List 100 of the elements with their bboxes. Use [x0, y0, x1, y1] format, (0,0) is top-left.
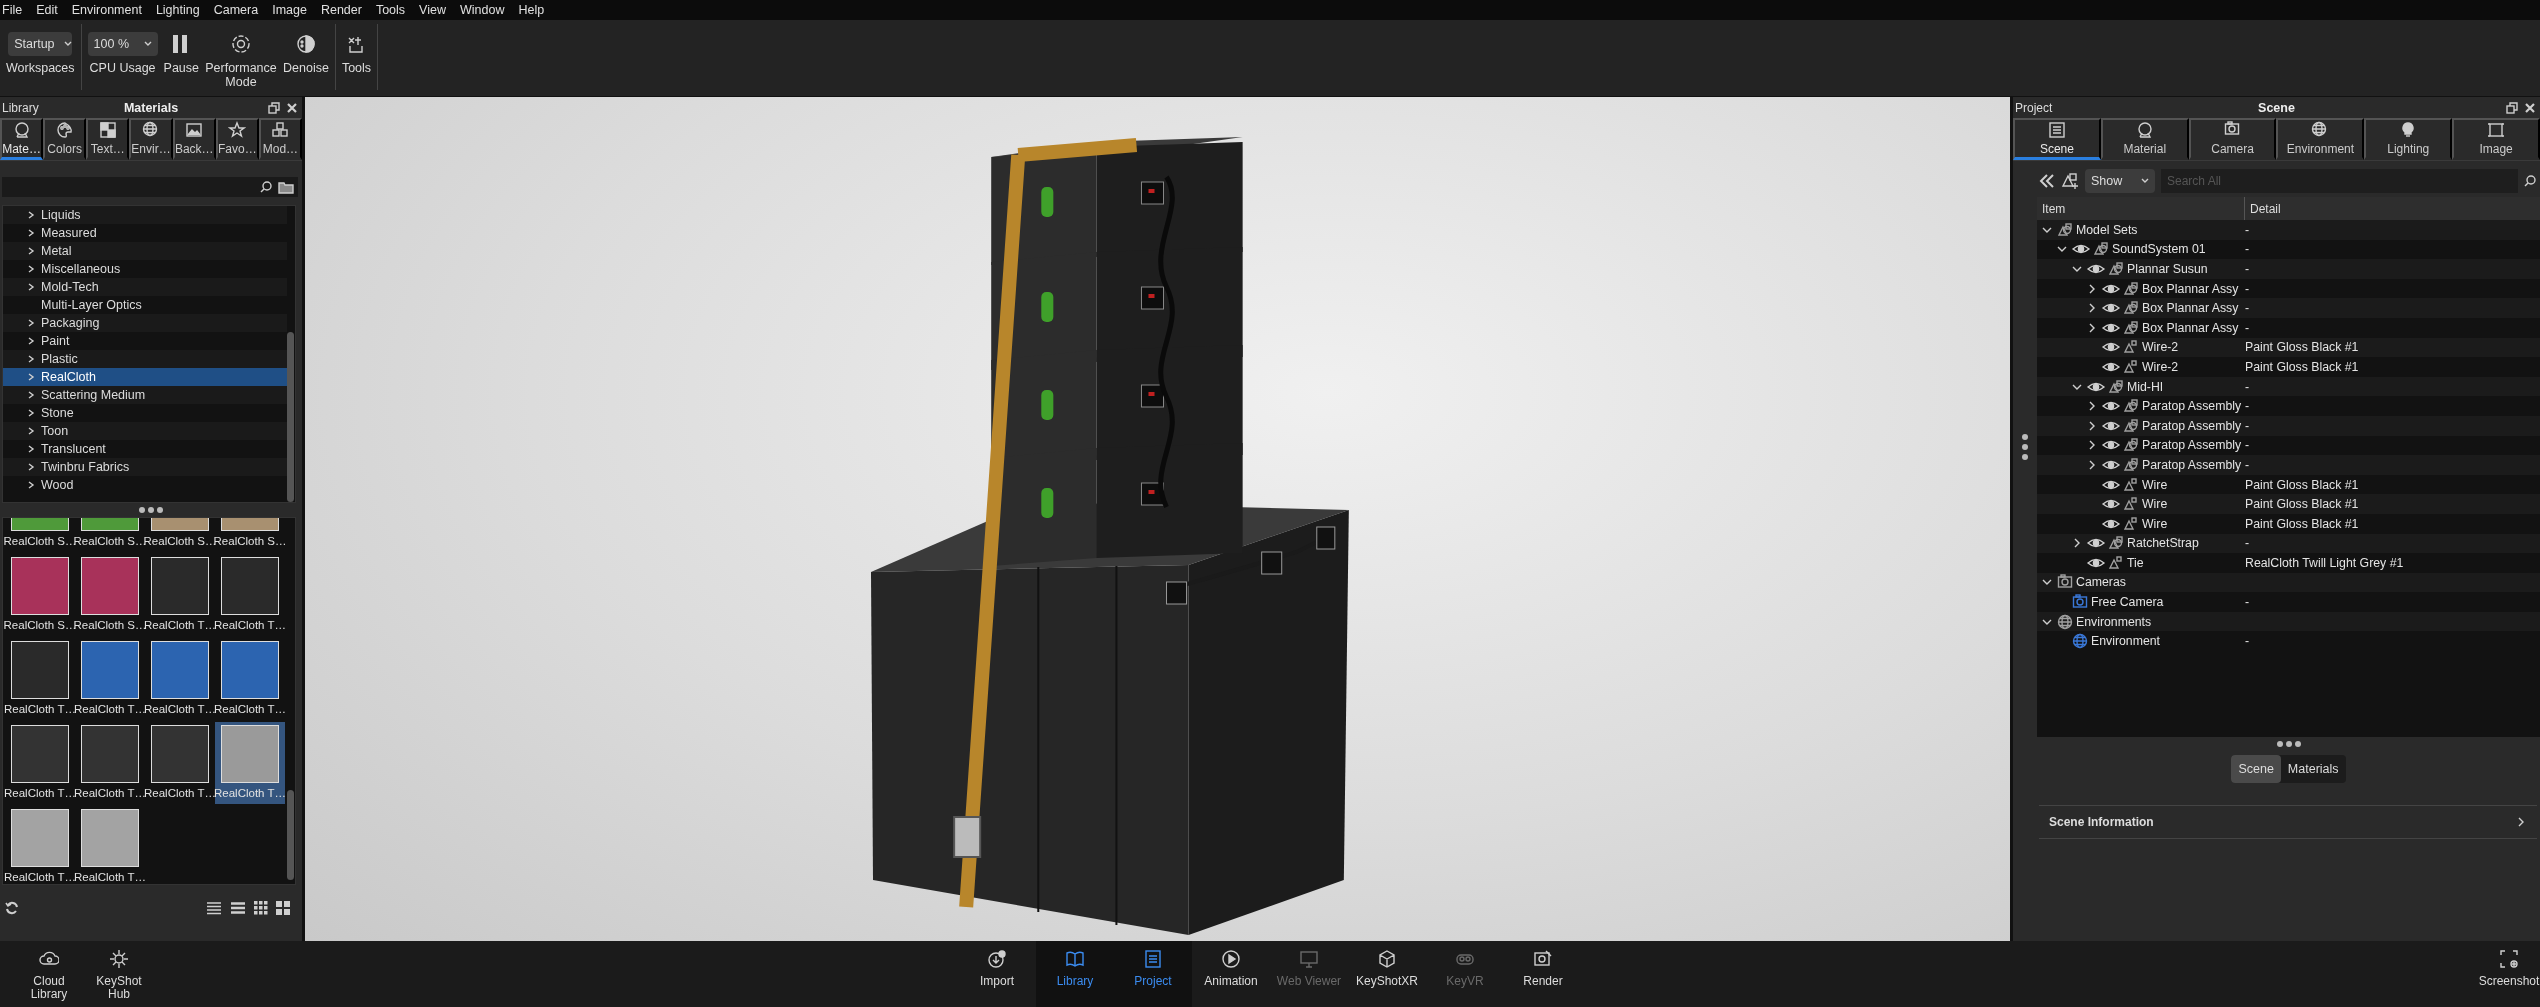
- menu-item[interactable]: Window: [459, 3, 505, 17]
- tree-item[interactable]: Box Plannar Assy: [2142, 320, 2239, 335]
- category-item[interactable]: Mold-Tech: [3, 278, 287, 296]
- toolbar-button[interactable]: Tools: [341, 31, 372, 90]
- toolbar-button[interactable]: Project: [1114, 941, 1192, 1007]
- category-item[interactable]: Plastic: [3, 350, 287, 368]
- folder-icon[interactable]: [278, 180, 294, 194]
- tree-item[interactable]: Cameras: [2076, 575, 2126, 590]
- scrollbar-thumb[interactable]: [287, 332, 294, 502]
- menu-item[interactable]: Lighting: [155, 3, 200, 17]
- thumbnail-tile[interactable]: RealCloth T…: [215, 554, 285, 636]
- tree-item[interactable]: Wire-2: [2142, 359, 2179, 374]
- tree-item[interactable]: Box Plannar Assy: [2142, 281, 2239, 296]
- tab[interactable]: Mate…: [0, 118, 44, 160]
- thumbnail-tile[interactable]: RealCloth T…: [145, 638, 215, 720]
- menu-item[interactable]: Camera: [213, 3, 259, 17]
- tree-item[interactable]: Paratop Assembly: [2142, 438, 2242, 453]
- menu-item[interactable]: View: [419, 3, 446, 17]
- toolbar-button[interactable]: Screenshot: [2474, 941, 2540, 1007]
- tree-item[interactable]: RatchetStrap: [2127, 536, 2199, 551]
- view-toggle-button[interactable]: Scene: [2231, 755, 2281, 783]
- search-icon[interactable]: [2524, 175, 2536, 187]
- thumbnail-tile[interactable]: RealCloth T…: [215, 638, 285, 720]
- category-item[interactable]: Metal: [3, 242, 287, 260]
- toolbar-button[interactable]: Render: [1504, 941, 1582, 1007]
- column-header[interactable]: Detail: [2245, 197, 2281, 220]
- tab[interactable]: Camera: [2188, 118, 2277, 160]
- eye-icon[interactable]: [2087, 262, 2105, 276]
- menu-item[interactable]: Tools: [375, 3, 406, 17]
- tree-item[interactable]: SoundSystem 01: [2112, 242, 2206, 257]
- menu-item[interactable]: File: [2, 3, 23, 17]
- thumbnail-tile[interactable]: RealCloth T…: [5, 722, 75, 804]
- section-title[interactable]: Scene Information: [2049, 815, 2154, 829]
- tree-item[interactable]: Paratop Assembly: [2142, 399, 2242, 414]
- search-field[interactable]: [2, 177, 298, 197]
- tab[interactable]: Envir…: [129, 118, 173, 160]
- thumbnail-tile[interactable]: RealCloth T…: [145, 722, 215, 804]
- category-item[interactable]: Toon: [3, 422, 287, 440]
- category-item[interactable]: Measured: [3, 224, 287, 242]
- category-item[interactable]: RealCloth: [3, 368, 287, 386]
- thumbnail-tile[interactable]: RealCloth S…: [75, 518, 145, 552]
- menu-item[interactable]: Environment: [71, 3, 142, 17]
- tree-item[interactable]: Plannar Susun: [2127, 262, 2208, 276]
- category-item[interactable]: Stone: [3, 404, 287, 422]
- thumbnail-tile[interactable]: RealCloth S…: [215, 518, 285, 552]
- category-item[interactable]: Multi-Layer Optics: [3, 296, 287, 314]
- category-item[interactable]: Wood: [3, 476, 287, 494]
- large-grid-icon[interactable]: [276, 901, 290, 915]
- category-item[interactable]: Packaging: [3, 314, 287, 332]
- tab[interactable]: Text…: [86, 118, 130, 160]
- thumbnail-tile[interactable]: RealCloth T…: [75, 722, 145, 804]
- toolbar-button[interactable]: Performance Mode: [205, 31, 277, 90]
- small-grid-icon[interactable]: [254, 901, 268, 915]
- close-icon[interactable]: [286, 101, 298, 114]
- category-item[interactable]: Translucent: [3, 440, 287, 458]
- thumbnail-tile[interactable]: RealCloth S…: [75, 554, 145, 636]
- tab[interactable]: Back…: [172, 118, 216, 160]
- thumbnail-tile[interactable]: RealCloth T…: [75, 638, 145, 720]
- category-item[interactable]: Twinbru Fabrics: [3, 458, 287, 476]
- view-toggle-button[interactable]: Materials: [2280, 755, 2346, 783]
- float-window-icon[interactable]: [2506, 101, 2518, 114]
- thumbnail-tile[interactable]: RealCloth T…: [5, 638, 75, 720]
- scrollbar-thumb[interactable]: [287, 790, 294, 880]
- add-model-icon[interactable]: [2061, 172, 2079, 190]
- tree-item[interactable]: Wire-2: [2142, 340, 2179, 355]
- tab[interactable]: Scene: [2013, 118, 2101, 160]
- resize-handle[interactable]: [2022, 434, 2028, 460]
- search-icon[interactable]: [260, 181, 272, 193]
- tree-item[interactable]: Paratop Assembly: [2142, 457, 2242, 472]
- tree-item[interactable]: Wire: [2142, 477, 2168, 492]
- tab[interactable]: Environment: [2276, 118, 2365, 160]
- toolbar-button[interactable]: Import: [958, 941, 1036, 1007]
- menu-item[interactable]: Image: [272, 3, 307, 17]
- collapse-icon[interactable]: [2039, 173, 2055, 189]
- toolbar-button[interactable]: Pause: [163, 31, 199, 90]
- tree-item[interactable]: Mid-HI: [2127, 379, 2164, 394]
- tab[interactable]: Material: [2100, 118, 2189, 160]
- tree-item[interactable]: Tie: [2127, 555, 2144, 570]
- toolbar-button[interactable]: Animation: [1192, 941, 1270, 1007]
- tab[interactable]: Lighting: [2364, 118, 2453, 160]
- thumbnail-tile[interactable]: RealCloth T…: [5, 806, 75, 884]
- menu-item[interactable]: Edit: [36, 3, 58, 17]
- thumbnail-tile[interactable]: RealCloth S…: [5, 518, 75, 552]
- tab[interactable]: Colors: [43, 118, 87, 160]
- tree-item[interactable]: Environment: [2091, 634, 2161, 649]
- tab[interactable]: Image: [2452, 118, 2540, 160]
- rows-view-icon[interactable]: [230, 901, 246, 915]
- category-item[interactable]: Paint: [3, 332, 287, 350]
- thumbnail-tile[interactable]: RealCloth T…: [215, 722, 285, 804]
- tree-item[interactable]: Box Plannar Assy: [2142, 301, 2239, 316]
- toolbar-button[interactable]: KeyShotXR: [1348, 941, 1426, 1007]
- tree-item[interactable]: Model Sets: [2076, 222, 2138, 237]
- menu-item[interactable]: Render: [320, 3, 362, 17]
- tree-item[interactable]: Free Camera: [2091, 595, 2164, 610]
- toolbar-button[interactable]: Library: [1036, 941, 1114, 1007]
- tab[interactable]: Favo…: [215, 118, 259, 160]
- thumbnail-tile[interactable]: RealCloth T…: [145, 554, 215, 636]
- show-dropdown[interactable]: Show: [2085, 169, 2155, 193]
- toolbar-button[interactable]: KeyShot Hub: [88, 941, 150, 1007]
- toolbar-button[interactable]: Denoise: [283, 31, 329, 90]
